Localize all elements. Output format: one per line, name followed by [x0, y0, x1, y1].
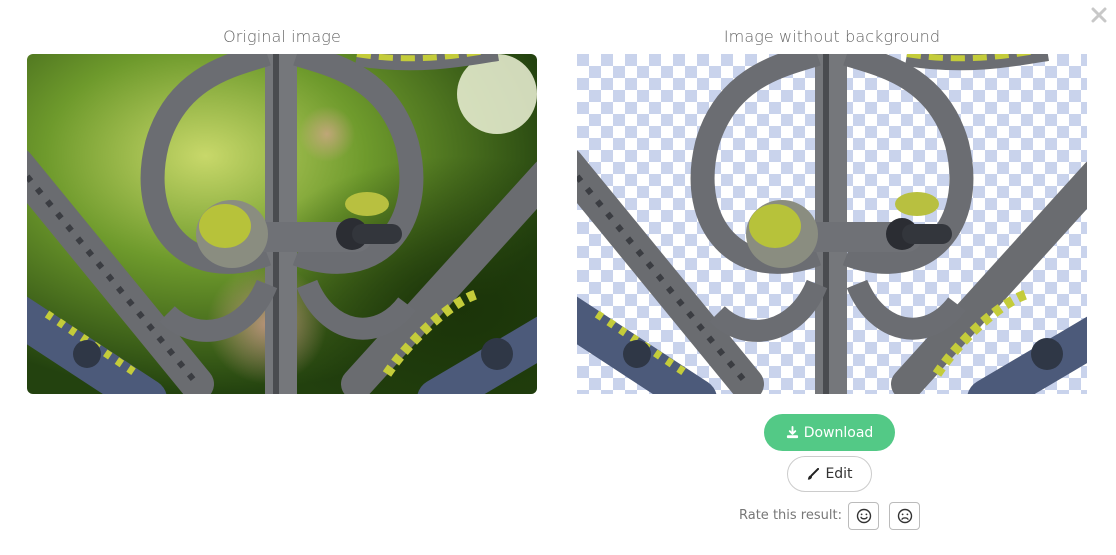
- paintbrush-icon: [808, 467, 820, 480]
- result-image: [577, 54, 1087, 394]
- download-icon: [786, 426, 798, 439]
- close-button[interactable]: [1088, 4, 1110, 26]
- close-icon: [1091, 7, 1107, 23]
- rate-label: Rate this result:: [739, 508, 842, 523]
- result-image-title: Image without background: [723, 27, 941, 46]
- original-image: [27, 54, 537, 394]
- download-button[interactable]: Download: [764, 414, 895, 451]
- frown-icon: [897, 508, 912, 524]
- edit-button[interactable]: Edit: [787, 456, 872, 492]
- edit-label: Edit: [825, 466, 853, 482]
- rate-bad-button[interactable]: [889, 502, 920, 530]
- download-label: Download: [803, 424, 874, 441]
- original-image-title: Original image: [223, 27, 341, 46]
- rate-good-button[interactable]: [848, 502, 879, 530]
- smile-icon: [856, 508, 871, 524]
